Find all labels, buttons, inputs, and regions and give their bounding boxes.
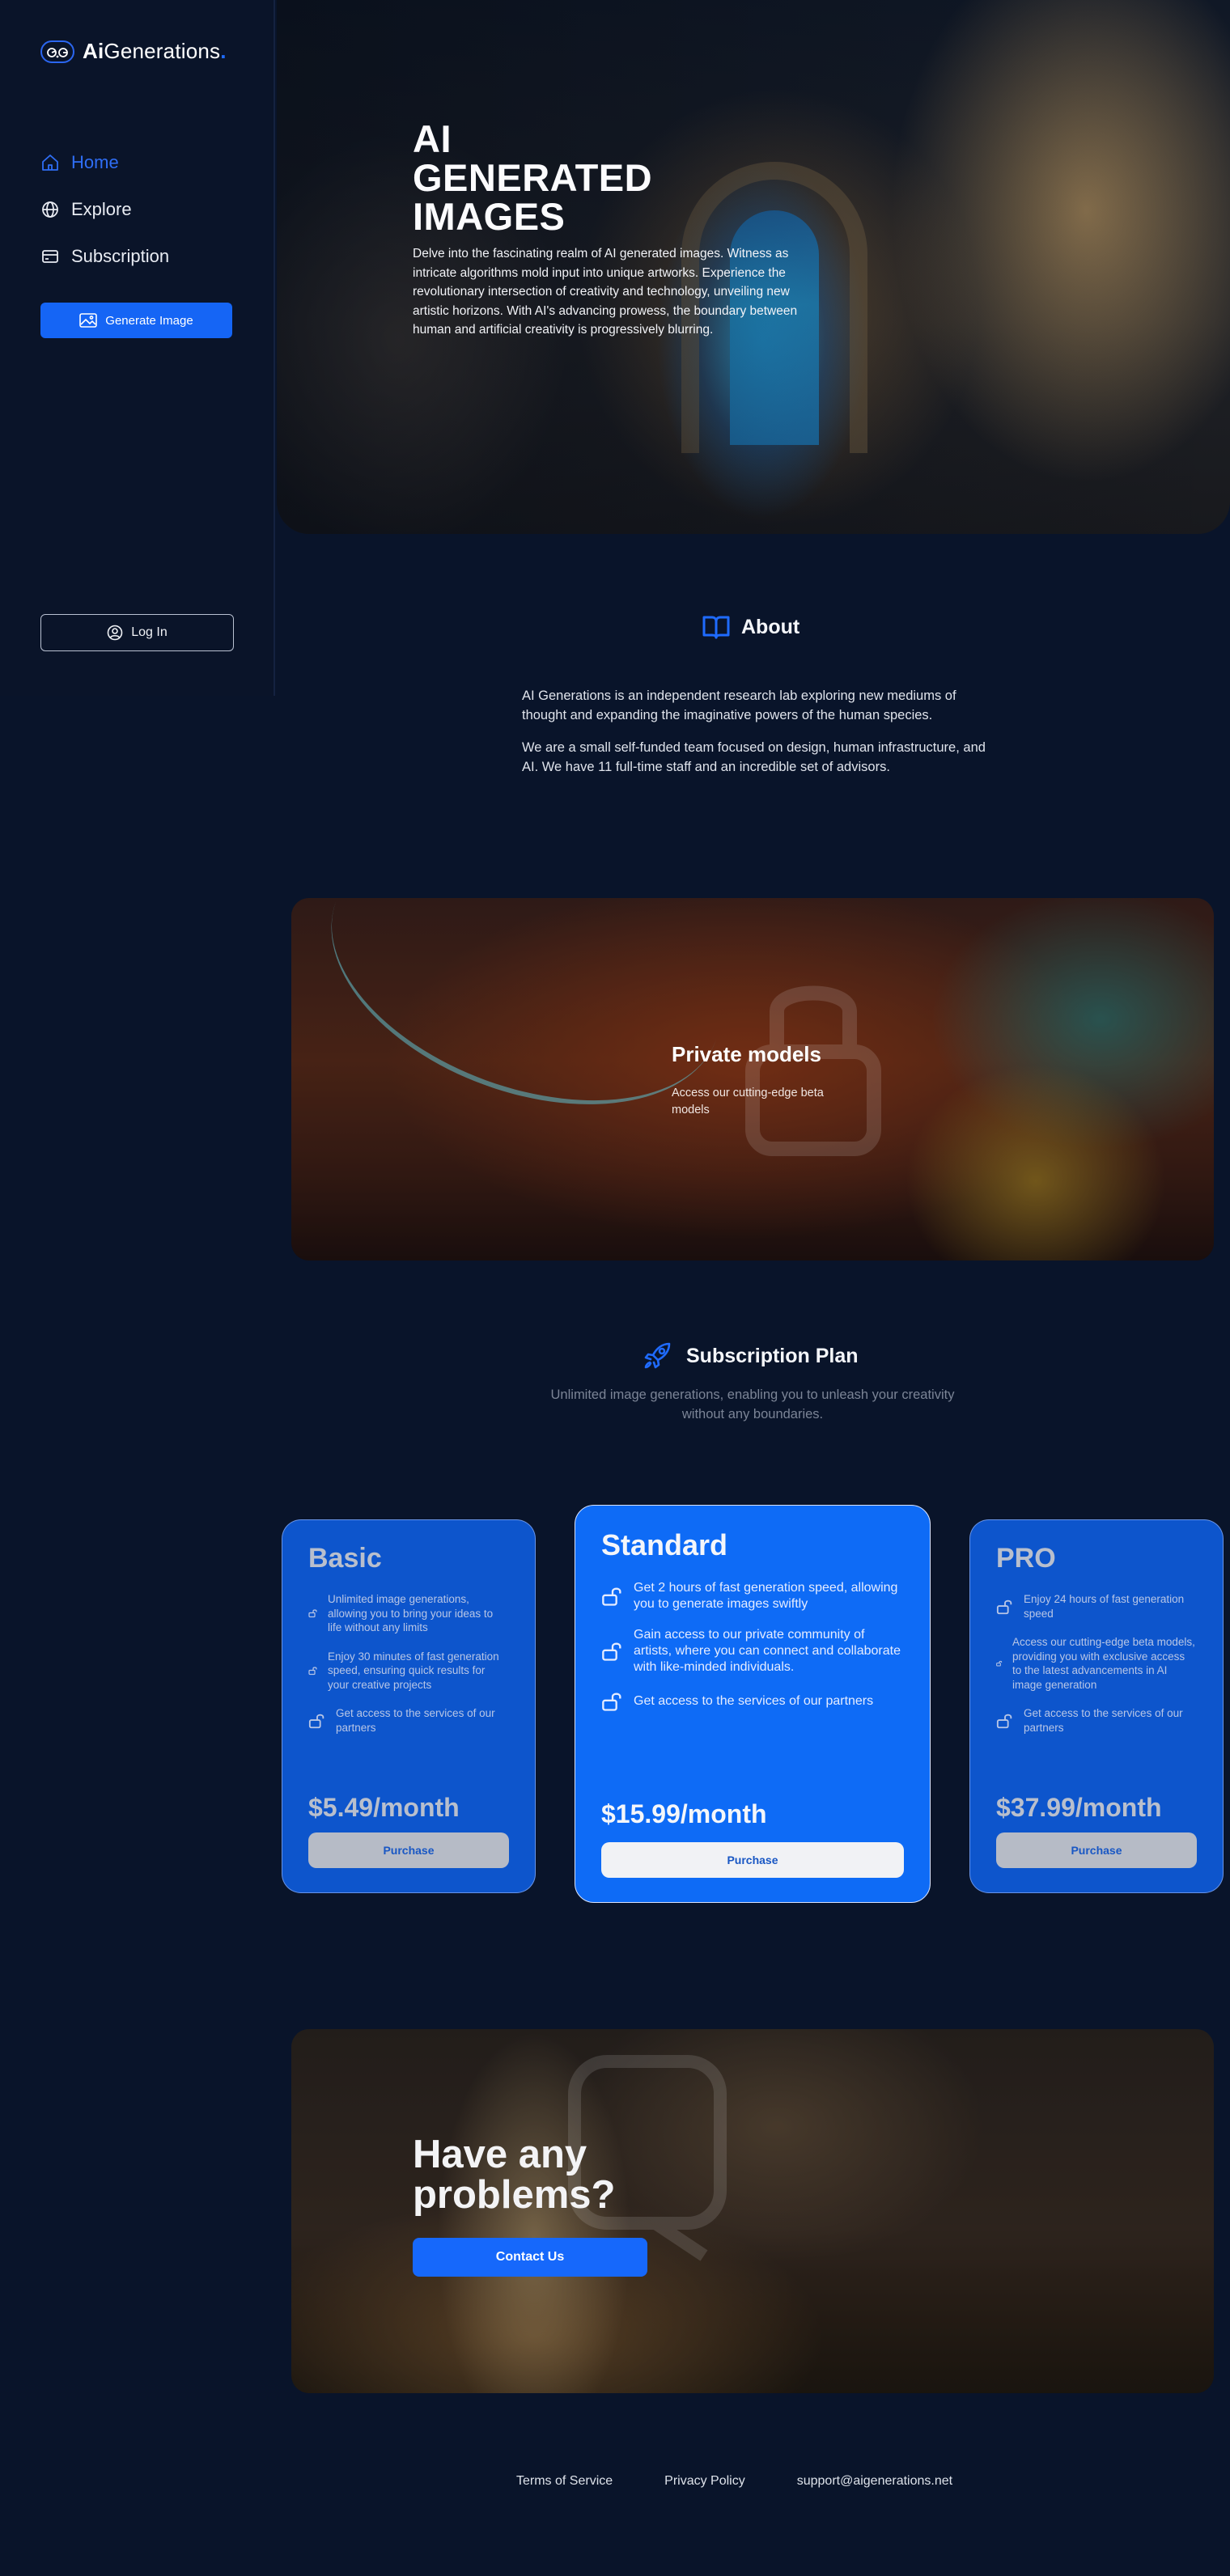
sidebar-item-label: Explore [71, 199, 132, 219]
hero-title: AI GENERATED IMAGES [413, 120, 833, 236]
about-title: About [741, 615, 800, 638]
about-paragraph: AI Generations is an independent researc… [522, 688, 956, 722]
generate-image-button[interactable]: Generate Image [40, 303, 232, 338]
home-icon [42, 155, 58, 171]
about-body: AI Generations is an independent researc… [522, 686, 991, 777]
plan-card-basic: Basic Unlimited image generations, allow… [282, 1519, 536, 1893]
plan-feature: Get 2 hours of fast generation speed, al… [601, 1580, 904, 1612]
purchase-button[interactable]: Purchase [996, 1832, 1197, 1868]
plan-features: Enjoy 24 hours of fast generation speed … [996, 1592, 1197, 1735]
plan-feature: Get access to the services of our partne… [308, 1706, 509, 1735]
unlock-icon [308, 1609, 317, 1618]
sidebar-item-label: Subscription [71, 246, 170, 266]
private-models-banner: Private models Access our cutting-edge b… [291, 898, 1214, 1260]
logo-icon [40, 40, 74, 63]
plan-card-standard: Standard Get 2 hours of fast generation … [575, 1505, 931, 1903]
private-models-content: Private models Access our cutting-edge b… [672, 1042, 833, 1119]
purchase-button[interactable]: Purchase [308, 1832, 509, 1868]
subscription-description: Unlimited image generations, enabling yo… [550, 1388, 955, 1421]
purchase-button[interactable]: Purchase [601, 1842, 904, 1878]
hero-content: AI GENERATED IMAGES Delve into the fasci… [413, 120, 833, 340]
hero-title-line: AI [413, 117, 452, 160]
plan-feature: Get access to the services of our partne… [601, 1690, 904, 1713]
hero-title-line: IMAGES [413, 195, 566, 238]
logo-dot: . [220, 39, 227, 63]
plan-feature-text: Gain access to our private community of … [634, 1628, 901, 1674]
privacy-link[interactable]: Privacy Policy [664, 2474, 745, 2489]
plan-features: Unlimited image generations, allowing yo… [308, 1592, 509, 1735]
book-icon [702, 616, 730, 639]
plan-feature-text: Get 2 hours of fast generation speed, al… [634, 1581, 898, 1611]
rocket-icon [644, 1342, 671, 1369]
logo-ai: Ai [83, 39, 104, 63]
plan-name: Basic [308, 1543, 382, 1574]
subscription-title: Subscription Plan [686, 1344, 859, 1367]
plan-feature-text: Get access to the services of our partne… [336, 1707, 495, 1734]
footer: Terms of Service Privacy Policy support@… [516, 2474, 952, 2489]
plan-feature: Gain access to our private community of … [601, 1627, 904, 1676]
hero-banner: AI GENERATED IMAGES Delve into the fasci… [277, 0, 1230, 534]
logo-text: AiGenerations. [83, 39, 227, 64]
plan-price: $37.99/month [996, 1793, 1162, 1822]
globe-icon [42, 201, 58, 218]
subscription-heading: Subscription Plan [643, 1341, 859, 1371]
generate-image-label: Generate Image [105, 313, 193, 328]
unlock-icon [602, 1587, 621, 1606]
about-paragraph: We are a small self-funded team focused … [522, 740, 986, 774]
unlock-icon [308, 1714, 324, 1728]
sidebar-item-label: Home [71, 152, 119, 172]
plan-feature: Enjoy 30 minutes of fast generation spee… [308, 1650, 509, 1693]
plan-features: Get 2 hours of fast generation speed, al… [601, 1580, 904, 1713]
sidebar-nav: Home Explore Subscription [40, 139, 169, 280]
private-models-description: Access our cutting-edge beta models [672, 1087, 824, 1116]
plan-name: Standard [601, 1528, 728, 1561]
hero-title-line: GENERATED [413, 156, 653, 199]
plan-feature: Enjoy 24 hours of fast generation speed [996, 1592, 1197, 1621]
unlock-icon [996, 1599, 1012, 1614]
plan-feature-text: Enjoy 30 minutes of fast generation spee… [328, 1650, 499, 1691]
unlock-icon [308, 1667, 317, 1675]
plan-feature: Get access to the services of our partne… [996, 1706, 1197, 1735]
unlock-icon [602, 1642, 621, 1661]
logo[interactable]: AiGenerations. [40, 39, 227, 64]
plan-feature-text: Get access to the services of our partne… [1024, 1707, 1183, 1734]
login-label: Log In [131, 625, 168, 639]
hero-description: Delve into the fascinating realm of AI g… [413, 247, 798, 337]
plan-feature-text: Enjoy 24 hours of fast generation speed [1024, 1593, 1185, 1620]
user-icon [107, 625, 123, 641]
sidebar-item-home[interactable]: Home [40, 139, 169, 186]
terms-link[interactable]: Terms of Service [516, 2474, 613, 2489]
plan-name: PRO [996, 1543, 1056, 1574]
logo-rest: Generations [104, 39, 221, 63]
sidebar-item-subscription[interactable]: Subscription [40, 233, 169, 280]
image-icon [79, 313, 98, 328]
plan-card-pro: PRO Enjoy 24 hours of fast generation sp… [969, 1519, 1224, 1893]
sidebar: AiGenerations. Home Explore Subscription… [0, 0, 275, 696]
plan-feature-text: Access our cutting-edge beta models, pro… [1012, 1636, 1195, 1691]
sidebar-item-explore[interactable]: Explore [40, 186, 169, 233]
plan-price: $15.99/month [601, 1799, 767, 1828]
plan-feature: Unlimited image generations, allowing yo… [308, 1592, 509, 1635]
plan-feature-text: Unlimited image generations, allowing yo… [328, 1593, 494, 1633]
credit-card-icon [42, 250, 58, 263]
contact-content: Have any problems? Contact Us [413, 2134, 672, 2277]
support-email-link[interactable]: support@aigenerations.net [797, 2474, 952, 2489]
plan-feature: Access our cutting-edge beta models, pro… [996, 1635, 1197, 1692]
private-models-title: Private models [672, 1042, 821, 1066]
unlock-icon [602, 1693, 621, 1711]
unlock-icon [996, 1714, 1012, 1728]
plan-feature-text: Get access to the services of our partne… [634, 1694, 874, 1708]
about-heading: About [702, 615, 800, 639]
contact-us-button[interactable]: Contact Us [413, 2238, 647, 2277]
unlock-icon [996, 1660, 1003, 1667]
plan-price: $5.49/month [308, 1793, 460, 1822]
contact-title: Have any problems? [413, 2133, 616, 2217]
login-button[interactable]: Log In [40, 614, 234, 651]
contact-banner: Have any problems? Contact Us [291, 2029, 1214, 2393]
